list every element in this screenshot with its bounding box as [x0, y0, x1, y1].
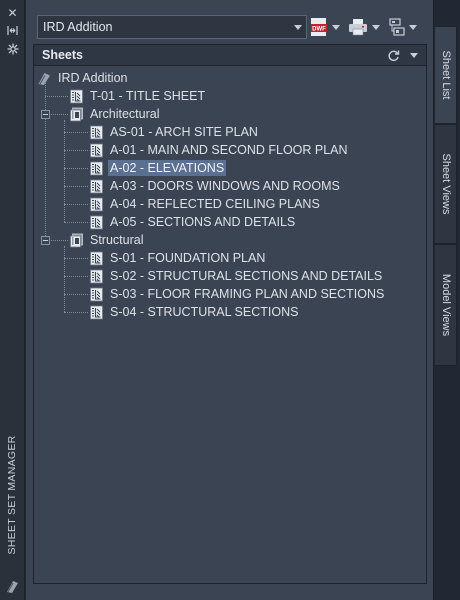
tree-connector: [64, 120, 65, 222]
tree-connector: [45, 96, 68, 97]
tree-connector: [45, 83, 46, 240]
properties-icon[interactable]: [6, 42, 19, 55]
sheet-selections-icon: [389, 18, 405, 36]
item-label: Architectural: [90, 107, 160, 121]
sheet-icon: [90, 305, 103, 319]
sheet-set-dropdown[interactable]: IRD Addition: [37, 15, 307, 39]
item-label: S-03 - FLOOR FRAMING PLAN AND SECTIONS: [110, 287, 385, 301]
plot-button[interactable]: [348, 15, 380, 39]
sheet-item[interactable]: AS-01 - ARCH SITE PLAN: [89, 123, 260, 141]
sheet-icon: [90, 251, 103, 265]
collapse-toggle[interactable]: [41, 110, 50, 119]
sheet-item[interactable]: A-02 - ELEVATIONS: [89, 159, 227, 177]
printer-icon: [349, 19, 367, 36]
toolbar: IRD Addition DWF: [34, 13, 427, 41]
tab-model-views[interactable]: Model Views: [435, 244, 457, 366]
sheet-item[interactable]: A-04 - REFLECTED CEILING PLANS: [89, 195, 322, 213]
tree-connector: [64, 222, 88, 223]
tree-connector: [64, 186, 88, 187]
panel-title: Sheets: [42, 48, 83, 62]
item-label: AS-01 - ARCH SITE PLAN: [110, 125, 258, 139]
subset-architectural[interactable]: Architectural: [69, 105, 161, 123]
item-label: S-04 - STRUCTURAL SECTIONS: [110, 305, 299, 319]
subset-structural[interactable]: Structural: [69, 231, 146, 249]
tree-connector: [64, 150, 88, 151]
panel-menu-arrow[interactable]: [410, 53, 418, 58]
auto-hide-icon[interactable]: [6, 24, 19, 37]
item-label: IRD Addition: [58, 71, 128, 85]
sheets-panel-header: Sheets: [34, 45, 426, 66]
subset-icon: [70, 107, 83, 121]
publish-button[interactable]: DWF: [310, 15, 340, 39]
publish-dwf-icon: DWF: [311, 18, 327, 36]
item-label: A-05 - SECTIONS AND DETAILS: [110, 215, 296, 229]
tree-connector: [64, 294, 88, 295]
item-label: A-04 - REFLECTED CEILING PLANS: [110, 197, 320, 211]
sheet-set-dropdown-value: IRD Addition: [43, 20, 113, 34]
sheet-item[interactable]: A-03 - DOORS WINDOWS AND ROOMS: [89, 177, 342, 195]
sheet-item[interactable]: A-01 - MAIN AND SECOND FLOOR PLAN: [89, 141, 350, 159]
sheet-icon: [90, 197, 103, 211]
tree-connector: [64, 168, 88, 169]
sheet-icon: [90, 287, 103, 301]
item-label: Structural: [90, 233, 144, 247]
sheet-selections-button[interactable]: [389, 15, 417, 39]
sheet-item[interactable]: T-01 - TITLE SHEET: [69, 87, 207, 105]
sheet-icon: [90, 269, 103, 283]
item-label: A-02 - ELEVATIONS: [108, 160, 227, 176]
svg-text:DWF: DWF: [312, 27, 326, 33]
sheets-panel: Sheets IRD Addition T-01 - TITLE SHEET Arc…: [33, 44, 427, 584]
close-icon[interactable]: ✕: [6, 6, 19, 19]
plot-dropdown-arrow[interactable]: [372, 24, 380, 30]
tab-sheet-list[interactable]: Sheet List: [435, 26, 457, 124]
sheet-set-manager-body: IRD Addition DWF Sheets IRD Addition T-0…: [26, 0, 434, 600]
item-label: T-01 - TITLE SHEET: [90, 89, 206, 103]
item-label: A-01 - MAIN AND SECOND FLOOR PLAN: [110, 143, 348, 157]
sheet-icon: [90, 143, 103, 157]
item-label: S-01 - FOUNDATION PLAN: [110, 251, 266, 265]
sheet-icon: [90, 179, 103, 193]
palette-title: SHEET SET MANAGER: [6, 435, 18, 555]
tab-strip: Sheet List Sheet Views Model Views: [435, 0, 460, 600]
sheet-icon: [70, 89, 83, 103]
sheet-item[interactable]: S-02 - STRUCTURAL SECTIONS AND DETAILS: [89, 267, 384, 285]
sheet-set-logo-icon: [5, 579, 20, 594]
tree-connector: [64, 246, 65, 312]
tree-connector: [64, 204, 88, 205]
tree-connector: [64, 312, 88, 313]
refresh-icon[interactable]: [387, 49, 400, 62]
publish-dropdown-arrow[interactable]: [332, 24, 340, 30]
sheet-selections-dropdown-arrow[interactable]: [409, 24, 417, 30]
item-label: A-03 - DOORS WINDOWS AND ROOMS: [110, 179, 340, 193]
item-label: S-02 - STRUCTURAL SECTIONS AND DETAILS: [110, 269, 383, 283]
tree-root[interactable]: IRD Addition: [37, 69, 129, 87]
sheet-icon: [90, 215, 103, 229]
collapse-toggle[interactable]: [41, 236, 50, 245]
sheet-tree: IRD Addition T-01 - TITLE SHEET Architectu…: [34, 67, 426, 583]
sheet-icon: [90, 125, 103, 139]
sheet-item[interactable]: S-04 - STRUCTURAL SECTIONS: [89, 303, 300, 321]
sheet-set-icon: [38, 72, 50, 85]
sheet-item[interactable]: A-05 - SECTIONS AND DETAILS: [89, 213, 297, 231]
subset-icon: [70, 233, 83, 247]
sheet-item[interactable]: S-03 - FLOOR FRAMING PLAN AND SECTIONS: [89, 285, 386, 303]
title-strip: ✕ SHEET SET MANAGER: [0, 0, 25, 600]
tree-connector: [64, 276, 88, 277]
tree-connector: [64, 132, 88, 133]
chevron-down-icon: [294, 25, 302, 30]
sheet-item[interactable]: S-01 - FOUNDATION PLAN: [89, 249, 267, 267]
tab-sheet-views[interactable]: Sheet Views: [435, 124, 457, 244]
sheet-icon: [90, 161, 103, 175]
tree-connector: [64, 258, 88, 259]
